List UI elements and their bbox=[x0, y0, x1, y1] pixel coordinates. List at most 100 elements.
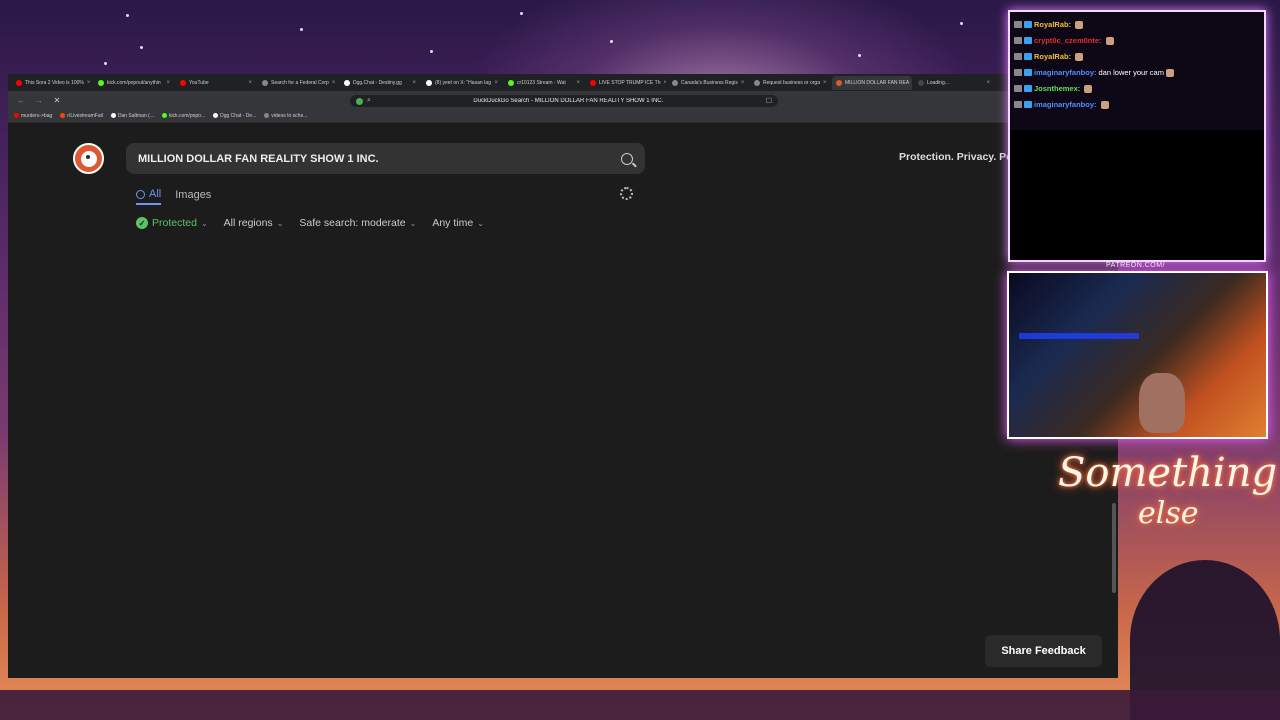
address-text[interactable]: DuckDuckGo Search - MILLION DOLLAR FAN R… bbox=[375, 98, 762, 104]
close-tab-icon[interactable]: × bbox=[986, 80, 990, 86]
browser-tab[interactable]: This Sora 2 Video is 100% × bbox=[12, 76, 92, 90]
search-icon: ⌕ bbox=[367, 97, 371, 104]
browser-tab[interactable]: Loading... × bbox=[914, 76, 994, 90]
cam-shelf bbox=[1019, 333, 1139, 339]
star bbox=[104, 62, 107, 65]
browser-tab[interactable]: (8) yeet on X: "Hasan Iag × bbox=[422, 76, 502, 90]
time-label: Any time bbox=[432, 217, 474, 229]
bookmark-label: murders->bag bbox=[21, 112, 53, 119]
browser-tab[interactable]: cr10123 Stream - Wat × bbox=[504, 76, 584, 90]
address-bar[interactable]: ⌕ DuckDuckGo Search - MILLION DOLLAR FAN… bbox=[350, 95, 778, 107]
bookmark-item[interactable]: r/LivestreamFail bbox=[60, 113, 103, 119]
tab-favicon-icon bbox=[262, 79, 268, 86]
chat-badge-icon bbox=[1014, 21, 1022, 28]
stop-icon[interactable]: ✕ bbox=[52, 96, 62, 105]
bookmark-label: r/LivestreamFail bbox=[67, 112, 103, 119]
chat-messages: RoyalRab: crypt0c_czem0nte: RoyalRab: imagi… bbox=[1010, 12, 1264, 130]
patreon-text: PATREON.COM/ bbox=[1106, 262, 1166, 269]
close-tab-icon[interactable]: × bbox=[576, 80, 580, 86]
duckduckgo-logo[interactable] bbox=[73, 143, 104, 174]
tab-favicon-icon bbox=[426, 79, 432, 86]
protected-filter[interactable]: ✓ Protected ⌄ bbox=[136, 217, 208, 229]
emote-icon bbox=[1165, 68, 1174, 77]
tab-images[interactable]: Images bbox=[175, 185, 211, 205]
time-filter[interactable]: Any time ⌄ bbox=[432, 217, 484, 229]
close-tab-icon[interactable]: × bbox=[741, 80, 745, 86]
star bbox=[140, 46, 143, 49]
tagline: Protection. Privacy. Pea bbox=[899, 151, 1018, 163]
search-input[interactable]: MILLION DOLLAR FAN REALITY SHOW 1 INC. bbox=[126, 143, 645, 174]
tab-label: MILLION DOLLAR FAN REA bbox=[845, 79, 910, 86]
neon-line-2: else bbox=[1138, 496, 1199, 531]
bookmark-item[interactable]: murders->bag bbox=[14, 113, 52, 119]
emote-icon bbox=[1075, 52, 1084, 61]
browser-tab[interactable]: Request business or orga × bbox=[750, 76, 830, 90]
sub-badge-icon bbox=[1024, 21, 1032, 28]
star bbox=[430, 50, 433, 53]
share-feedback-button[interactable]: Share Feedback bbox=[985, 635, 1102, 667]
regions-filter[interactable]: All regions ⌄ bbox=[224, 217, 284, 229]
emote-icon bbox=[1075, 20, 1084, 29]
tab-label: cr10123 Stream - Wat bbox=[517, 79, 566, 86]
chat-message: dan lower your cam bbox=[1098, 68, 1164, 77]
browser-tab[interactable]: kick.com/popout/anythin × bbox=[94, 76, 174, 90]
star bbox=[300, 28, 303, 31]
chat-username: crypt0c_czem0nte: bbox=[1034, 36, 1102, 45]
sub-badge-icon bbox=[1024, 53, 1032, 60]
back-icon[interactable]: ← bbox=[16, 96, 26, 105]
star bbox=[960, 22, 963, 25]
browser-tab[interactable]: LIVE STOP TRUMP ICE Th × bbox=[586, 76, 666, 90]
chat-badge-icon bbox=[1014, 53, 1022, 60]
chevron-down-icon: ⌄ bbox=[276, 218, 284, 228]
chat-username: imaginaryfanboy: bbox=[1034, 100, 1097, 109]
browser-tab[interactable]: Search for a Federal Corp × bbox=[258, 76, 338, 90]
browser-tab[interactable]: YouTube × bbox=[176, 76, 256, 90]
chat-username: Josnthemex: bbox=[1034, 84, 1081, 93]
bookmark-label: kick.com/popo... bbox=[168, 112, 206, 119]
tab-all[interactable]: All bbox=[136, 185, 162, 205]
close-tab-icon[interactable]: × bbox=[412, 80, 416, 86]
forward-icon[interactable]: → bbox=[34, 96, 44, 105]
tab-favicon-icon bbox=[836, 79, 842, 86]
bookmark-item[interactable]: Dgg Chat - De... bbox=[213, 113, 256, 119]
search-button-icon[interactable] bbox=[621, 152, 633, 165]
tab-label: LIVE STOP TRUMP ICE Th bbox=[599, 79, 661, 86]
bookmark-label: Dgg Chat - De... bbox=[220, 112, 257, 119]
chat-badge-icon bbox=[1014, 37, 1022, 44]
tab-label: (8) yeet on X: "Hasan Iag bbox=[435, 79, 491, 86]
emote-icon bbox=[1105, 36, 1114, 45]
result-tabs: All Images bbox=[136, 185, 211, 205]
bookmark-item[interactable]: Dan Saltman (... bbox=[110, 112, 154, 119]
close-tab-icon[interactable]: × bbox=[664, 80, 666, 86]
ground bbox=[0, 690, 1280, 720]
browser-tab[interactable]: Canada's Business Regis × bbox=[668, 76, 748, 90]
sub-badge-icon bbox=[1024, 85, 1032, 92]
palm-silhouette bbox=[1130, 560, 1280, 720]
search-query[interactable]: MILLION DOLLAR FAN REALITY SHOW 1 INC. bbox=[138, 153, 621, 165]
chat-badge-icon bbox=[1014, 85, 1022, 92]
chat-line: imaginaryfanboy: bbox=[1014, 100, 1109, 109]
duckduckgo-page: MILLION DOLLAR FAN REALITY SHOW 1 INC. P… bbox=[8, 123, 1118, 678]
bookmark-icon[interactable]: ☐ bbox=[766, 97, 772, 105]
bookmark-favicon-icon bbox=[14, 113, 19, 118]
close-tab-icon[interactable]: × bbox=[332, 80, 336, 86]
close-tab-icon[interactable]: × bbox=[166, 80, 170, 86]
tab-label: YouTube bbox=[189, 79, 209, 86]
chevron-down-icon: ⌄ bbox=[200, 218, 208, 228]
close-tab-icon[interactable]: × bbox=[87, 80, 91, 86]
bookmark-label: Dan Saltman (... bbox=[117, 112, 154, 119]
close-tab-icon[interactable]: × bbox=[248, 80, 252, 86]
browser-tab[interactable]: MILLION DOLLAR FAN REA× bbox=[832, 75, 912, 90]
bookmark-item[interactable]: kick.com/popo... bbox=[161, 112, 206, 119]
close-tab-icon[interactable]: × bbox=[494, 80, 498, 86]
tab-label: Dgg.Chat - Destiny.gg bbox=[353, 79, 402, 86]
stream-chat-overlay: RoyalRab: crypt0c_czem0nte: RoyalRab: imagi… bbox=[1008, 10, 1266, 262]
tab-label: Search for a Federal Corp bbox=[271, 79, 329, 86]
chat-username: RoyalRab: bbox=[1034, 52, 1072, 61]
browser-tab[interactable]: Dgg.Chat - Destiny.gg × bbox=[340, 76, 420, 90]
safe-search-filter[interactable]: Safe search: moderate ⌄ bbox=[299, 217, 416, 229]
close-tab-icon[interactable]: × bbox=[823, 80, 827, 86]
bookmark-item[interactable]: videos to sche... bbox=[264, 113, 307, 119]
sub-badge-icon bbox=[1024, 69, 1032, 76]
settings-gear-icon[interactable] bbox=[620, 187, 633, 200]
